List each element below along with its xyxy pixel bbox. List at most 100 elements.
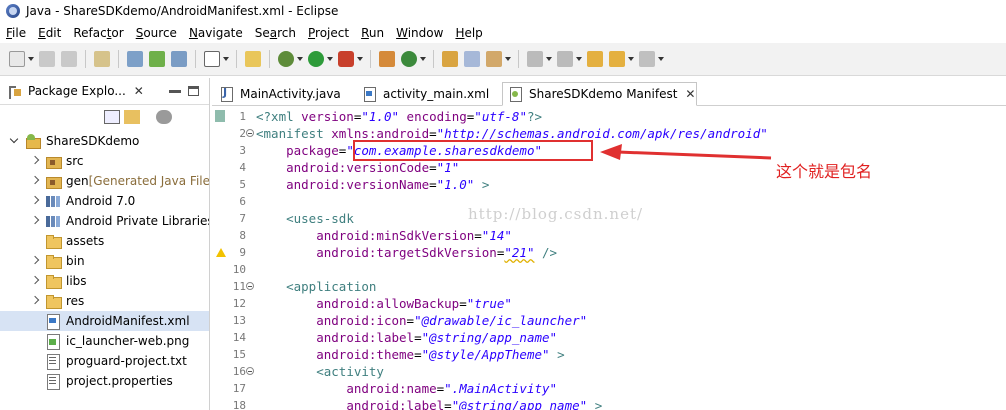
code-token: "1.0" [361, 109, 400, 124]
run-icon[interactable] [308, 51, 324, 67]
open-type-icon[interactable] [442, 51, 458, 67]
menu-item[interactable]: Project [302, 26, 355, 40]
tree-item[interactable]: project.properties [0, 371, 209, 391]
chevron-down-icon[interactable] [10, 136, 20, 146]
debug-dropdown-icon[interactable] [297, 51, 303, 67]
back-icon[interactable] [609, 51, 625, 67]
sdk-manager-icon[interactable] [127, 51, 143, 67]
tree-item[interactable]: proguard-project.txt [0, 351, 209, 371]
fold-toggle-icon[interactable] [246, 129, 254, 137]
editor-tab[interactable]: activity_main.xml [357, 82, 493, 106]
chevron-right-icon[interactable] [30, 156, 40, 166]
text-file-icon [45, 353, 61, 370]
package-explorer-title: Package Explo... [28, 84, 126, 98]
build-icon[interactable] [94, 51, 110, 67]
chevron-right-icon[interactable] [30, 196, 40, 206]
text-file-icon [45, 373, 61, 390]
tree-item-label: bin [66, 254, 85, 268]
chevron-right-icon[interactable] [30, 276, 40, 286]
chevron-right-icon[interactable] [30, 256, 40, 266]
link-with-editor-icon[interactable] [124, 110, 140, 124]
fold-toggle-icon[interactable] [246, 282, 254, 290]
collapse-all-icon[interactable] [104, 110, 120, 124]
menu-item[interactable]: Window [390, 26, 449, 40]
menu-item[interactable]: Help [449, 26, 488, 40]
external-tools-icon[interactable] [338, 51, 354, 67]
new-class-icon[interactable] [401, 51, 417, 67]
tree-item[interactable]: libs [0, 271, 209, 291]
editor-gutter: 1 2 3 4 5 6 7 8 9 10 11 12 13 14 15 16 17 18 [212, 107, 254, 410]
tree-item[interactable]: res [0, 291, 209, 311]
menu-item[interactable]: Edit [32, 26, 67, 40]
code-line: android:versionName="1.0" > [256, 176, 489, 193]
menu-item[interactable]: Source [130, 26, 183, 40]
tree-item[interactable]: AndroidManifest.xml [0, 311, 209, 331]
view-menu-icon[interactable] [156, 110, 172, 124]
code-token: = [406, 313, 415, 328]
menu-item-text: Se [254, 25, 270, 40]
external-tools-dropdown-icon[interactable] [357, 51, 363, 67]
menu-item[interactable]: File [0, 26, 32, 40]
new-dropdown-icon[interactable] [28, 51, 34, 67]
save-all-icon[interactable] [61, 51, 77, 67]
tree-item[interactable]: bin [0, 251, 209, 271]
tree-item-label: proguard-project.txt [66, 354, 187, 368]
package-explorer-pane: Package Explo... ✕ ShareSDKdemo src gen [G… [0, 78, 210, 410]
tree-item[interactable]: Android 7.0 [0, 191, 209, 211]
menu-item[interactable]: Refactor [67, 26, 129, 40]
debug-icon[interactable] [278, 51, 294, 67]
menu-item[interactable]: Navigate [183, 26, 249, 40]
close-icon[interactable]: ✕ [685, 87, 695, 101]
lint-icon[interactable] [171, 51, 187, 67]
code-token: encoding [406, 109, 467, 124]
search-icon[interactable] [486, 51, 502, 67]
next-annotation-dropdown-icon[interactable] [546, 51, 552, 67]
search-dropdown-icon[interactable] [505, 51, 511, 67]
tree-item[interactable]: assets [0, 231, 209, 251]
menu-item-text: elp [464, 25, 483, 40]
code-token: version [301, 109, 354, 124]
package-explorer-tab[interactable]: Package Explo... ✕ [0, 78, 209, 105]
library-icon [45, 193, 61, 209]
checkbox-dropdown-icon[interactable] [223, 51, 229, 67]
tree-item[interactable]: gen [Generated Java Files] [0, 171, 209, 191]
previous-annotation-icon[interactable] [557, 51, 573, 67]
new-java-file-icon[interactable] [245, 51, 261, 67]
new-class-dropdown-icon[interactable] [420, 51, 426, 67]
toolbar-separator [236, 50, 237, 68]
tree-item[interactable]: ic_launcher-web.png [0, 331, 209, 351]
save-icon[interactable] [39, 51, 55, 67]
back-dropdown-icon[interactable] [628, 51, 634, 67]
forward-dropdown-icon[interactable] [658, 51, 664, 67]
new-package-icon[interactable] [379, 51, 395, 67]
chevron-right-icon[interactable] [30, 296, 40, 306]
close-icon[interactable]: ✕ [134, 84, 144, 98]
minimize-icon[interactable] [169, 90, 181, 93]
maximize-icon[interactable] [188, 86, 199, 96]
new-icon[interactable] [9, 51, 25, 67]
chevron-right-icon[interactable] [30, 216, 40, 226]
checkbox-icon[interactable] [204, 51, 220, 67]
tree-item[interactable]: Android Private Libraries [0, 211, 209, 231]
editor-tab[interactable]: ShareSDKdemo Manifest ✕ [502, 82, 697, 106]
android-icon[interactable] [149, 51, 165, 67]
code-line: android:label="@string/app_name" > [256, 397, 602, 410]
previous-annotation-dropdown-icon[interactable] [576, 51, 582, 67]
forward-icon[interactable] [639, 51, 655, 67]
fold-toggle-icon[interactable] [246, 367, 254, 375]
menu-item[interactable]: Search [249, 26, 302, 40]
last-edit-location-icon[interactable] [587, 51, 603, 67]
chevron-right-icon[interactable] [30, 176, 40, 186]
package-folder-icon [45, 153, 62, 169]
menu-item[interactable]: Run [355, 26, 390, 40]
code-token: <activity [316, 364, 384, 379]
editor-tab[interactable]: MainActivity.java [214, 82, 350, 106]
open-task-icon[interactable] [464, 51, 480, 67]
run-dropdown-icon[interactable] [327, 51, 333, 67]
main-toolbar [0, 43, 1006, 76]
warning-icon[interactable] [216, 248, 226, 257]
next-annotation-icon[interactable] [527, 51, 543, 67]
tree-item[interactable]: ShareSDKdemo [0, 131, 209, 151]
tree-item[interactable]: src [0, 151, 209, 171]
